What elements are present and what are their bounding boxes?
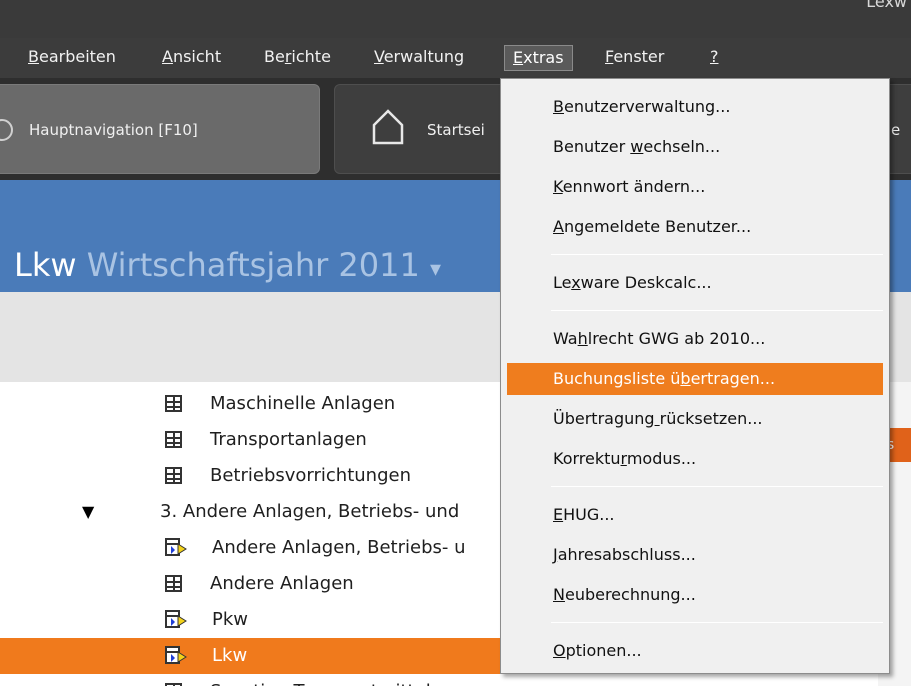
tree-row-label: Betriebsvorrichtungen [210, 465, 411, 486]
table-icon [165, 575, 182, 592]
navigation-ring-icon [0, 119, 13, 141]
menu-bar: Bearbeiten Ansicht Berichte Verwaltung Extra… [0, 38, 911, 78]
menu-verwaltung[interactable]: Verwaltung [366, 45, 472, 71]
menu-separator [551, 622, 883, 623]
tree-row[interactable]: Sonstige Transportmittel [0, 674, 911, 686]
menu-item-wahlrecht-gwg-ab-2010[interactable]: Wahlrecht GWG ab 2010... [507, 323, 883, 355]
menu-item-angemeldete-benutzer[interactable]: Angemeldete Benutzer... [507, 211, 883, 243]
menu-separator [551, 486, 883, 487]
fiscal-year-label: Wirtschaftsjahr [86, 246, 329, 284]
main-navigation-button[interactable]: Hauptnavigation [F10] [0, 84, 320, 174]
tree-row-label: Sonstige Transportmittel [210, 674, 431, 686]
table-icon [165, 467, 182, 484]
menu-separator [551, 310, 883, 311]
main-navigation-label: Hauptnavigation [F10] [29, 121, 198, 139]
menu-item-optionen[interactable]: Optionen... [507, 635, 883, 667]
asset-arrow-icon [165, 538, 187, 556]
menu-item-kennwort-aendern[interactable]: Kennwort ändern... [507, 171, 883, 203]
tree-row-label: Andere Anlagen [210, 573, 354, 594]
table-icon [165, 395, 182, 412]
menu-fenster[interactable]: Fenster [597, 45, 672, 71]
tree-row-label: 3. Andere Anlagen, Betriebs- und [160, 501, 460, 522]
table-icon [165, 431, 182, 448]
menu-item-benutzer-wechseln[interactable]: Benutzer wechseln... [507, 131, 883, 163]
menu-bearbeiten[interactable]: Bearbeiten [20, 45, 124, 71]
page-title: Lkw Wirtschaftsjahr 2011 ▾ [14, 246, 441, 284]
menu-item-korrekturmodus[interactable]: Korrekturmodus... [507, 443, 883, 475]
title-bar: Lexw [0, 0, 911, 38]
menu-help[interactable]: ? [702, 45, 727, 71]
menu-separator [551, 254, 883, 255]
menu-item-neuberechnung[interactable]: Neuberechnung... [507, 579, 883, 611]
menu-item-lexware-deskcalc[interactable]: Lexware Deskcalc... [507, 267, 883, 299]
tree-row-label: Transportanlagen [210, 429, 367, 450]
asset-arrow-icon [165, 646, 187, 664]
year-dropdown-caret-icon[interactable]: ▾ [430, 257, 441, 282]
menu-item-ehug[interactable]: EHUG... [507, 499, 883, 531]
extras-menu-dropdown: Benutzerverwaltung... Benutzer wechseln..… [500, 78, 890, 674]
tree-row-label: Andere Anlagen, Betriebs- u [212, 537, 466, 558]
home-icon [372, 109, 404, 145]
menu-berichte[interactable]: Berichte [256, 45, 339, 71]
expander-down-icon[interactable]: ▼ [82, 494, 94, 530]
object-name: Lkw [14, 246, 77, 284]
toolbar-button-3-label: e [891, 121, 901, 139]
tree-row-label: Maschinelle Anlagen [210, 393, 396, 414]
menu-item-benutzerverwaltung[interactable]: Benutzerverwaltung... [507, 91, 883, 123]
menu-item-jahresabschluss[interactable]: Jahresabschluss... [507, 539, 883, 571]
asset-arrow-icon [165, 610, 187, 628]
tree-row-label: Pkw [212, 609, 248, 630]
menu-item-uebertragung-ruecksetzen[interactable]: Übertragung rücksetzen... [507, 403, 883, 435]
menu-extras[interactable]: Extras [504, 45, 573, 71]
tree-row-label: Lkw [212, 645, 248, 666]
fiscal-year-value[interactable]: 2011 [338, 246, 419, 284]
menu-ansicht[interactable]: Ansicht [154, 45, 229, 71]
menu-item-buchungsliste-uebertragen[interactable]: Buchungsliste übertragen... [507, 363, 883, 395]
window-title: Lexw [866, 0, 907, 11]
start-page-label: Startsei [427, 121, 485, 139]
